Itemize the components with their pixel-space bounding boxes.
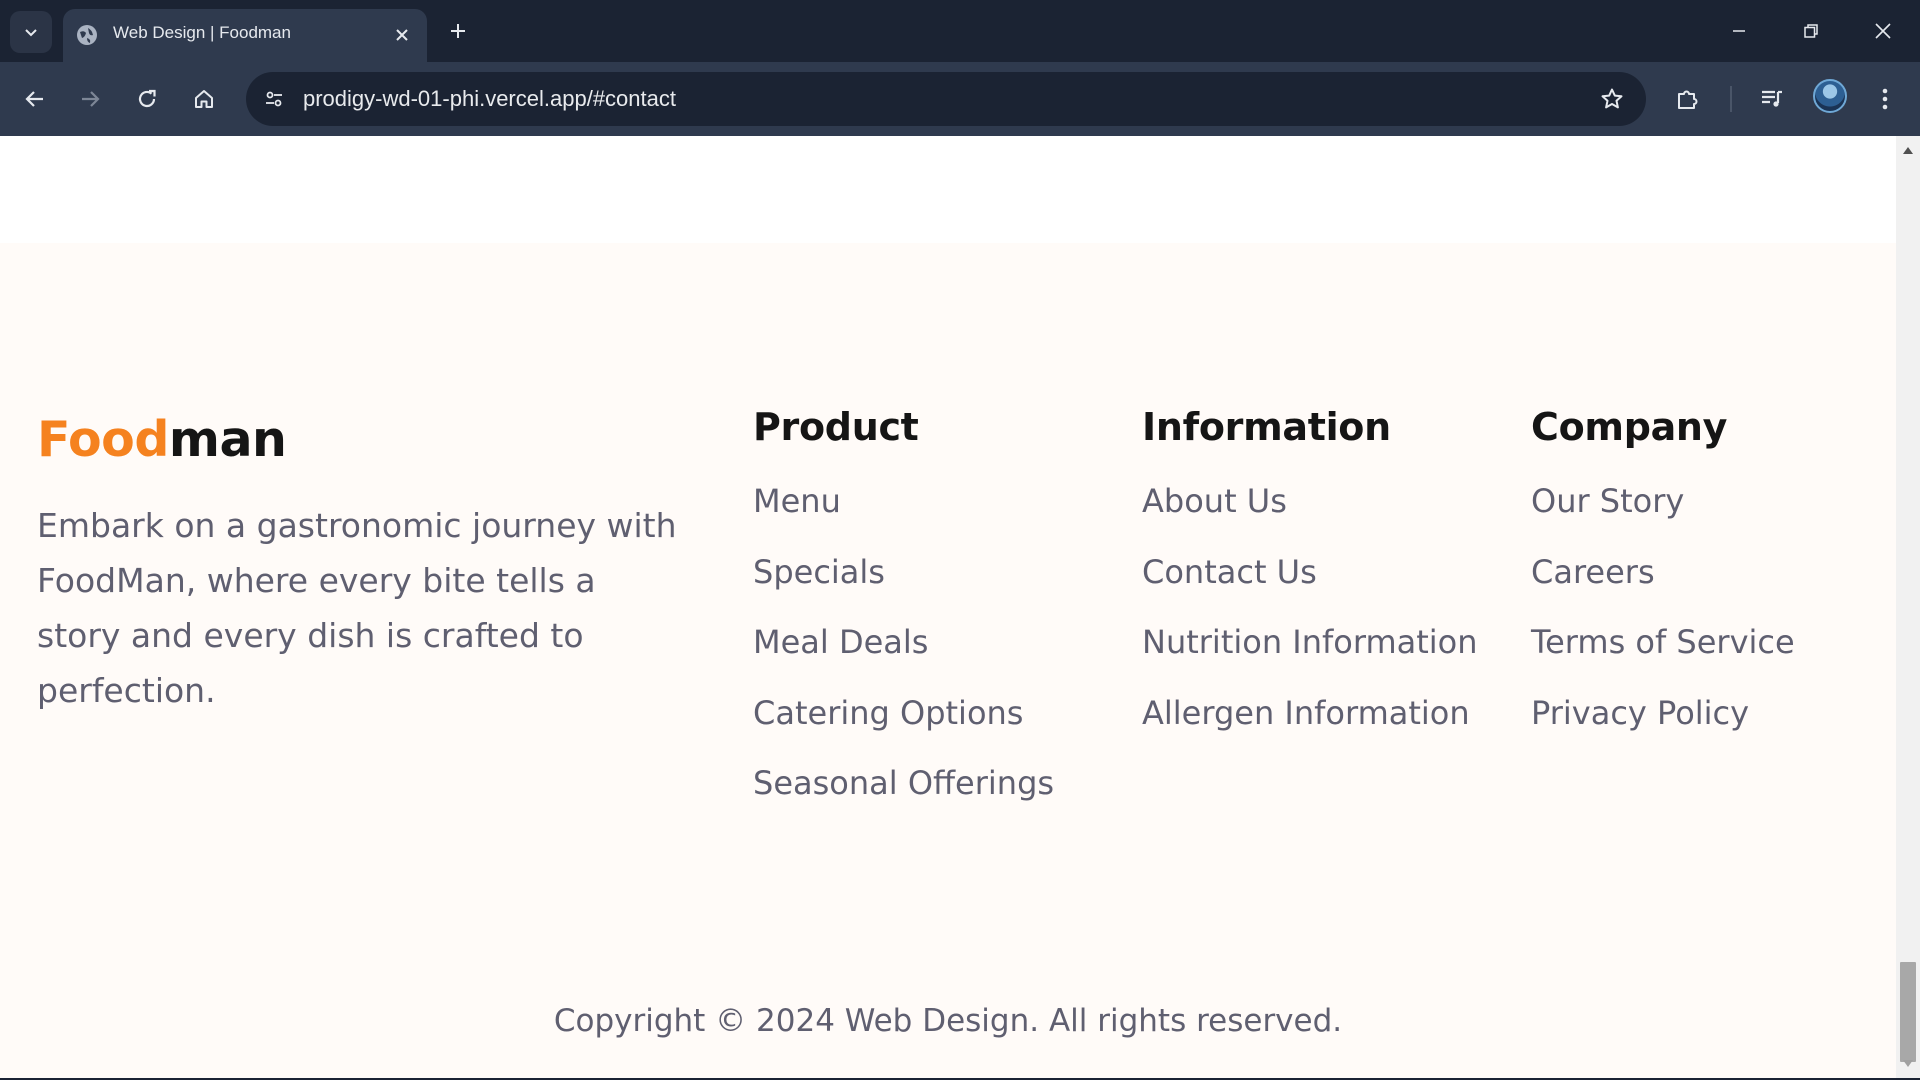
close-icon <box>1875 23 1891 39</box>
footer-link-seasonal-offerings[interactable]: Seasonal Offerings <box>753 764 1054 835</box>
address-bar[interactable]: prodigy-wd-01-phi.vercel.app/#contact <box>246 72 1646 126</box>
star-icon <box>1601 88 1623 109</box>
scroll-down-button[interactable] <box>1902 1058 1914 1070</box>
triangle-up-icon <box>1903 147 1913 154</box>
plus-icon <box>451 24 465 38</box>
extensions-button[interactable] <box>1665 76 1711 122</box>
page-viewport: Foodman Embark on a gastronomic journey … <box>0 136 1896 1078</box>
home-button[interactable] <box>181 76 227 122</box>
toolbar-divider <box>1730 86 1732 112</box>
footer-link-careers[interactable]: Careers <box>1531 553 1795 624</box>
footer-link-terms-of-service[interactable]: Terms of Service <box>1531 623 1795 694</box>
bookmark-button[interactable] <box>1592 79 1632 119</box>
copyright-text: Copyright © 2024 Web Design. All rights … <box>553 1003 1343 1039</box>
reload-icon <box>138 89 156 108</box>
footer-link-specials[interactable]: Specials <box>753 553 1054 624</box>
profile-avatar[interactable] <box>1813 79 1847 113</box>
scrollbar-thumb[interactable] <box>1900 962 1916 1062</box>
more-vertical-icon <box>1882 88 1888 110</box>
footer-link-meal-deals[interactable]: Meal Deals <box>753 623 1054 694</box>
footer-column-product: Product Menu Specials Meal Deals Caterin… <box>753 405 1054 835</box>
column-title: Product <box>753 405 919 449</box>
menu-button[interactable] <box>1862 76 1908 122</box>
column-title: Company <box>1531 405 1728 449</box>
footer-column-information: Information About Us Contact Us Nutritio… <box>1142 405 1478 764</box>
column-title: Information <box>1142 405 1391 449</box>
close-window-button[interactable] <box>1855 8 1911 54</box>
forward-button[interactable] <box>67 76 113 122</box>
restore-button[interactable] <box>1783 8 1839 54</box>
reload-button[interactable] <box>124 76 170 122</box>
tab-search-button[interactable] <box>10 11 52 53</box>
globe-icon <box>77 25 97 45</box>
arrow-left-icon <box>25 91 43 107</box>
footer-link-nutrition-information[interactable]: Nutrition Information <box>1142 623 1478 694</box>
previous-section-bottom <box>0 136 1896 243</box>
minimize-icon <box>1733 30 1745 32</box>
footer-link-menu[interactable]: Menu <box>753 482 1054 553</box>
media-control-button[interactable] <box>1749 76 1795 122</box>
restore-icon <box>1804 24 1818 38</box>
footer-link-our-story[interactable]: Our Story <box>1531 482 1795 553</box>
site-info-button[interactable] <box>254 79 294 119</box>
site-footer: Foodman Embark on a gastronomic journey … <box>0 243 1896 1078</box>
tune-icon <box>266 91 282 107</box>
close-icon <box>396 29 408 41</box>
chevron-down-icon <box>25 29 37 37</box>
footer-link-allergen-information[interactable]: Allergen Information <box>1142 694 1478 765</box>
tab-strip: Web Design | Foodman <box>0 0 1920 62</box>
browser-toolbar: prodigy-wd-01-phi.vercel.app/#contact <box>0 62 1920 136</box>
arrow-right-icon <box>82 91 100 107</box>
brand-logo-rest: man <box>168 411 287 468</box>
footer-link-contact-us[interactable]: Contact Us <box>1142 553 1478 624</box>
new-tab-button[interactable] <box>442 15 474 47</box>
tab-title: Web Design | Foodman <box>113 23 291 42</box>
footer-link-catering-options[interactable]: Catering Options <box>753 694 1054 765</box>
home-icon <box>195 90 213 108</box>
queue-music-icon <box>1762 90 1782 107</box>
footer-column-company: Company Our Story Careers Terms of Servi… <box>1531 405 1795 764</box>
vertical-scrollbar[interactable] <box>1896 136 1920 1078</box>
puzzle-icon <box>1678 90 1698 109</box>
url-text[interactable]: prodigy-wd-01-phi.vercel.app/#contact <box>303 86 676 112</box>
browser-tab[interactable]: Web Design | Foodman <box>63 9 427 62</box>
triangle-down-icon <box>1903 1060 1913 1067</box>
back-button[interactable] <box>12 76 58 122</box>
footer-link-privacy-policy[interactable]: Privacy Policy <box>1531 694 1795 765</box>
tab-close-button[interactable] <box>389 22 415 48</box>
footer-link-about-us[interactable]: About Us <box>1142 482 1478 553</box>
brand-logo[interactable]: Foodman <box>37 411 287 468</box>
scroll-up-button[interactable] <box>1902 144 1914 156</box>
minimize-button[interactable] <box>1711 8 1767 54</box>
footer-tagline: Embark on a gastronomic journey with Foo… <box>37 506 677 710</box>
brand-logo-accent: Food <box>37 411 169 468</box>
